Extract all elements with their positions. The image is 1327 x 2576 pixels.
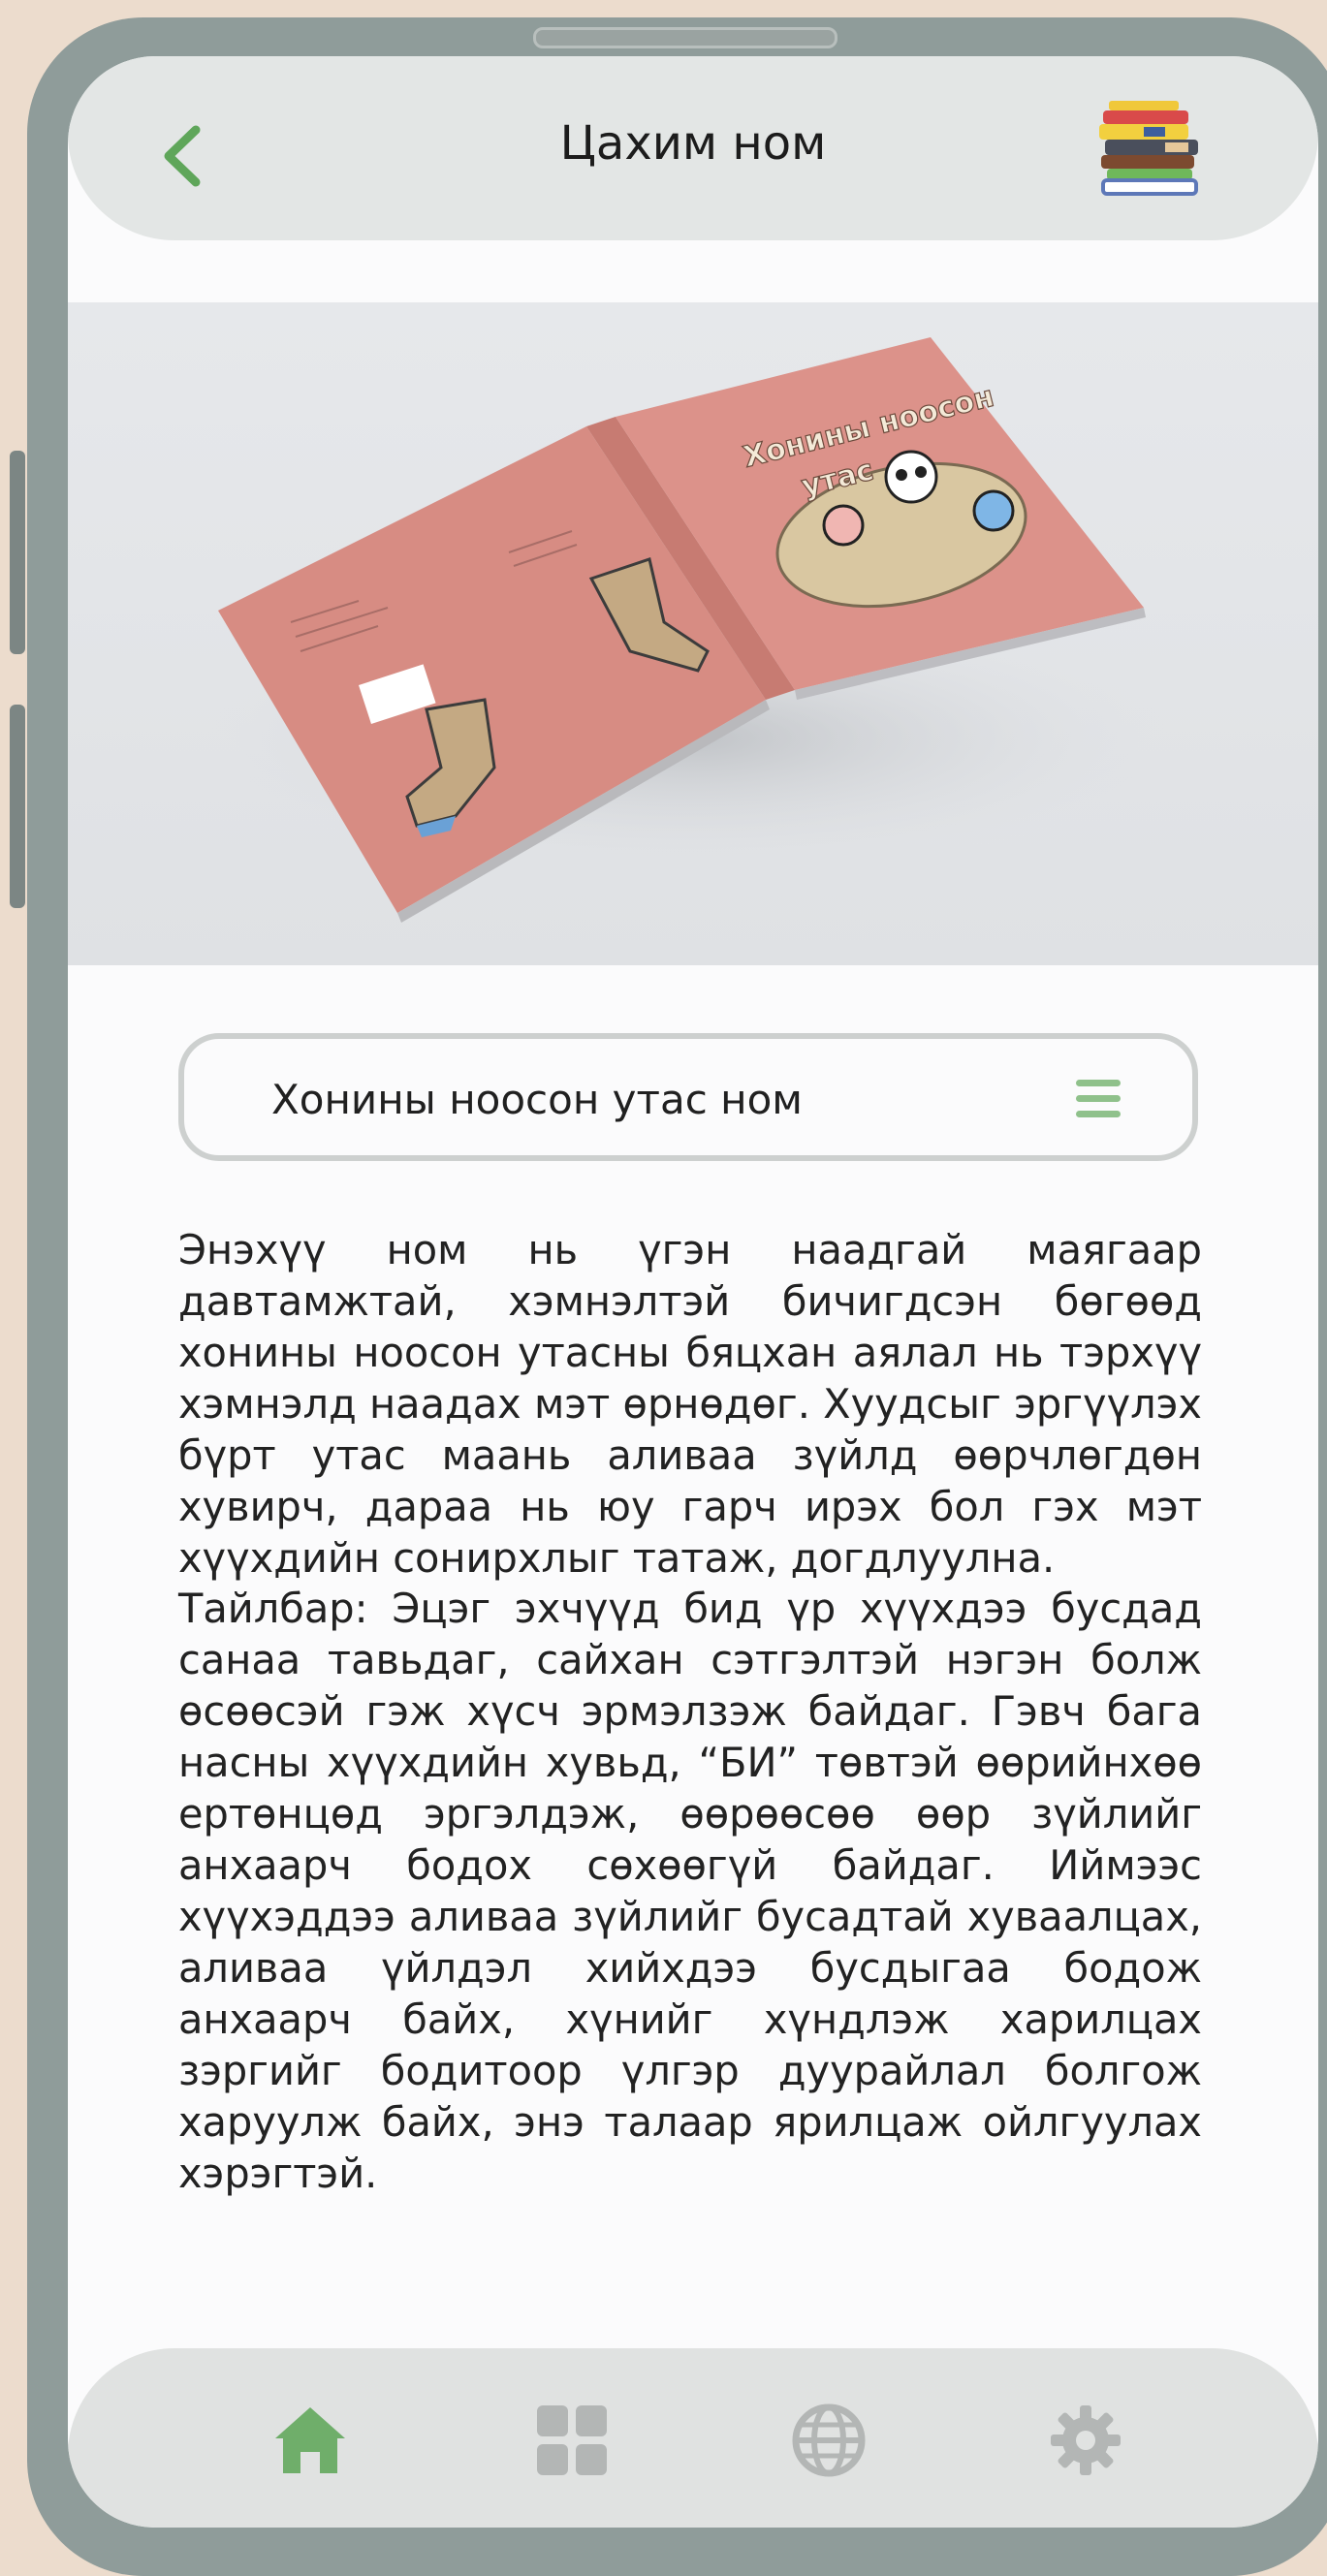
nav-categories[interactable] xyxy=(533,2402,611,2479)
power-button xyxy=(10,705,25,908)
volume-button xyxy=(10,451,25,654)
nav-explore[interactable] xyxy=(790,2402,868,2479)
book-title-value: Хонины ноосон утас ном xyxy=(271,1076,803,1123)
app-header: Цахим ном xyxy=(68,56,1318,240)
globe-icon xyxy=(792,2403,866,2477)
book-description: Энэхүү ном нь үгэн наадгай маягаар давта… xyxy=(178,1226,1202,1582)
book-note: Тайлбар: Эцэг эхчүүд бид үр хүүхдээ бусд… xyxy=(178,1585,1202,2197)
nav-settings[interactable] xyxy=(1047,2402,1124,2479)
nav-home[interactable] xyxy=(271,2402,349,2479)
app-screen: Цахим ном Хонины ноосон утас Хонины ноос… xyxy=(68,56,1318,2528)
books-stack-icon[interactable] xyxy=(1095,95,1202,202)
gear-icon xyxy=(1051,2405,1121,2475)
home-icon xyxy=(275,2407,345,2473)
grid-icon xyxy=(537,2405,607,2475)
hamburger-menu-icon[interactable] xyxy=(1076,1080,1121,1118)
book-title-field[interactable]: Хонины ноосон утас ном xyxy=(178,1033,1198,1161)
bottom-nav xyxy=(68,2348,1318,2528)
speaker-grille xyxy=(533,27,837,48)
book-cover-image: Хонины ноосон утас xyxy=(68,302,1318,965)
